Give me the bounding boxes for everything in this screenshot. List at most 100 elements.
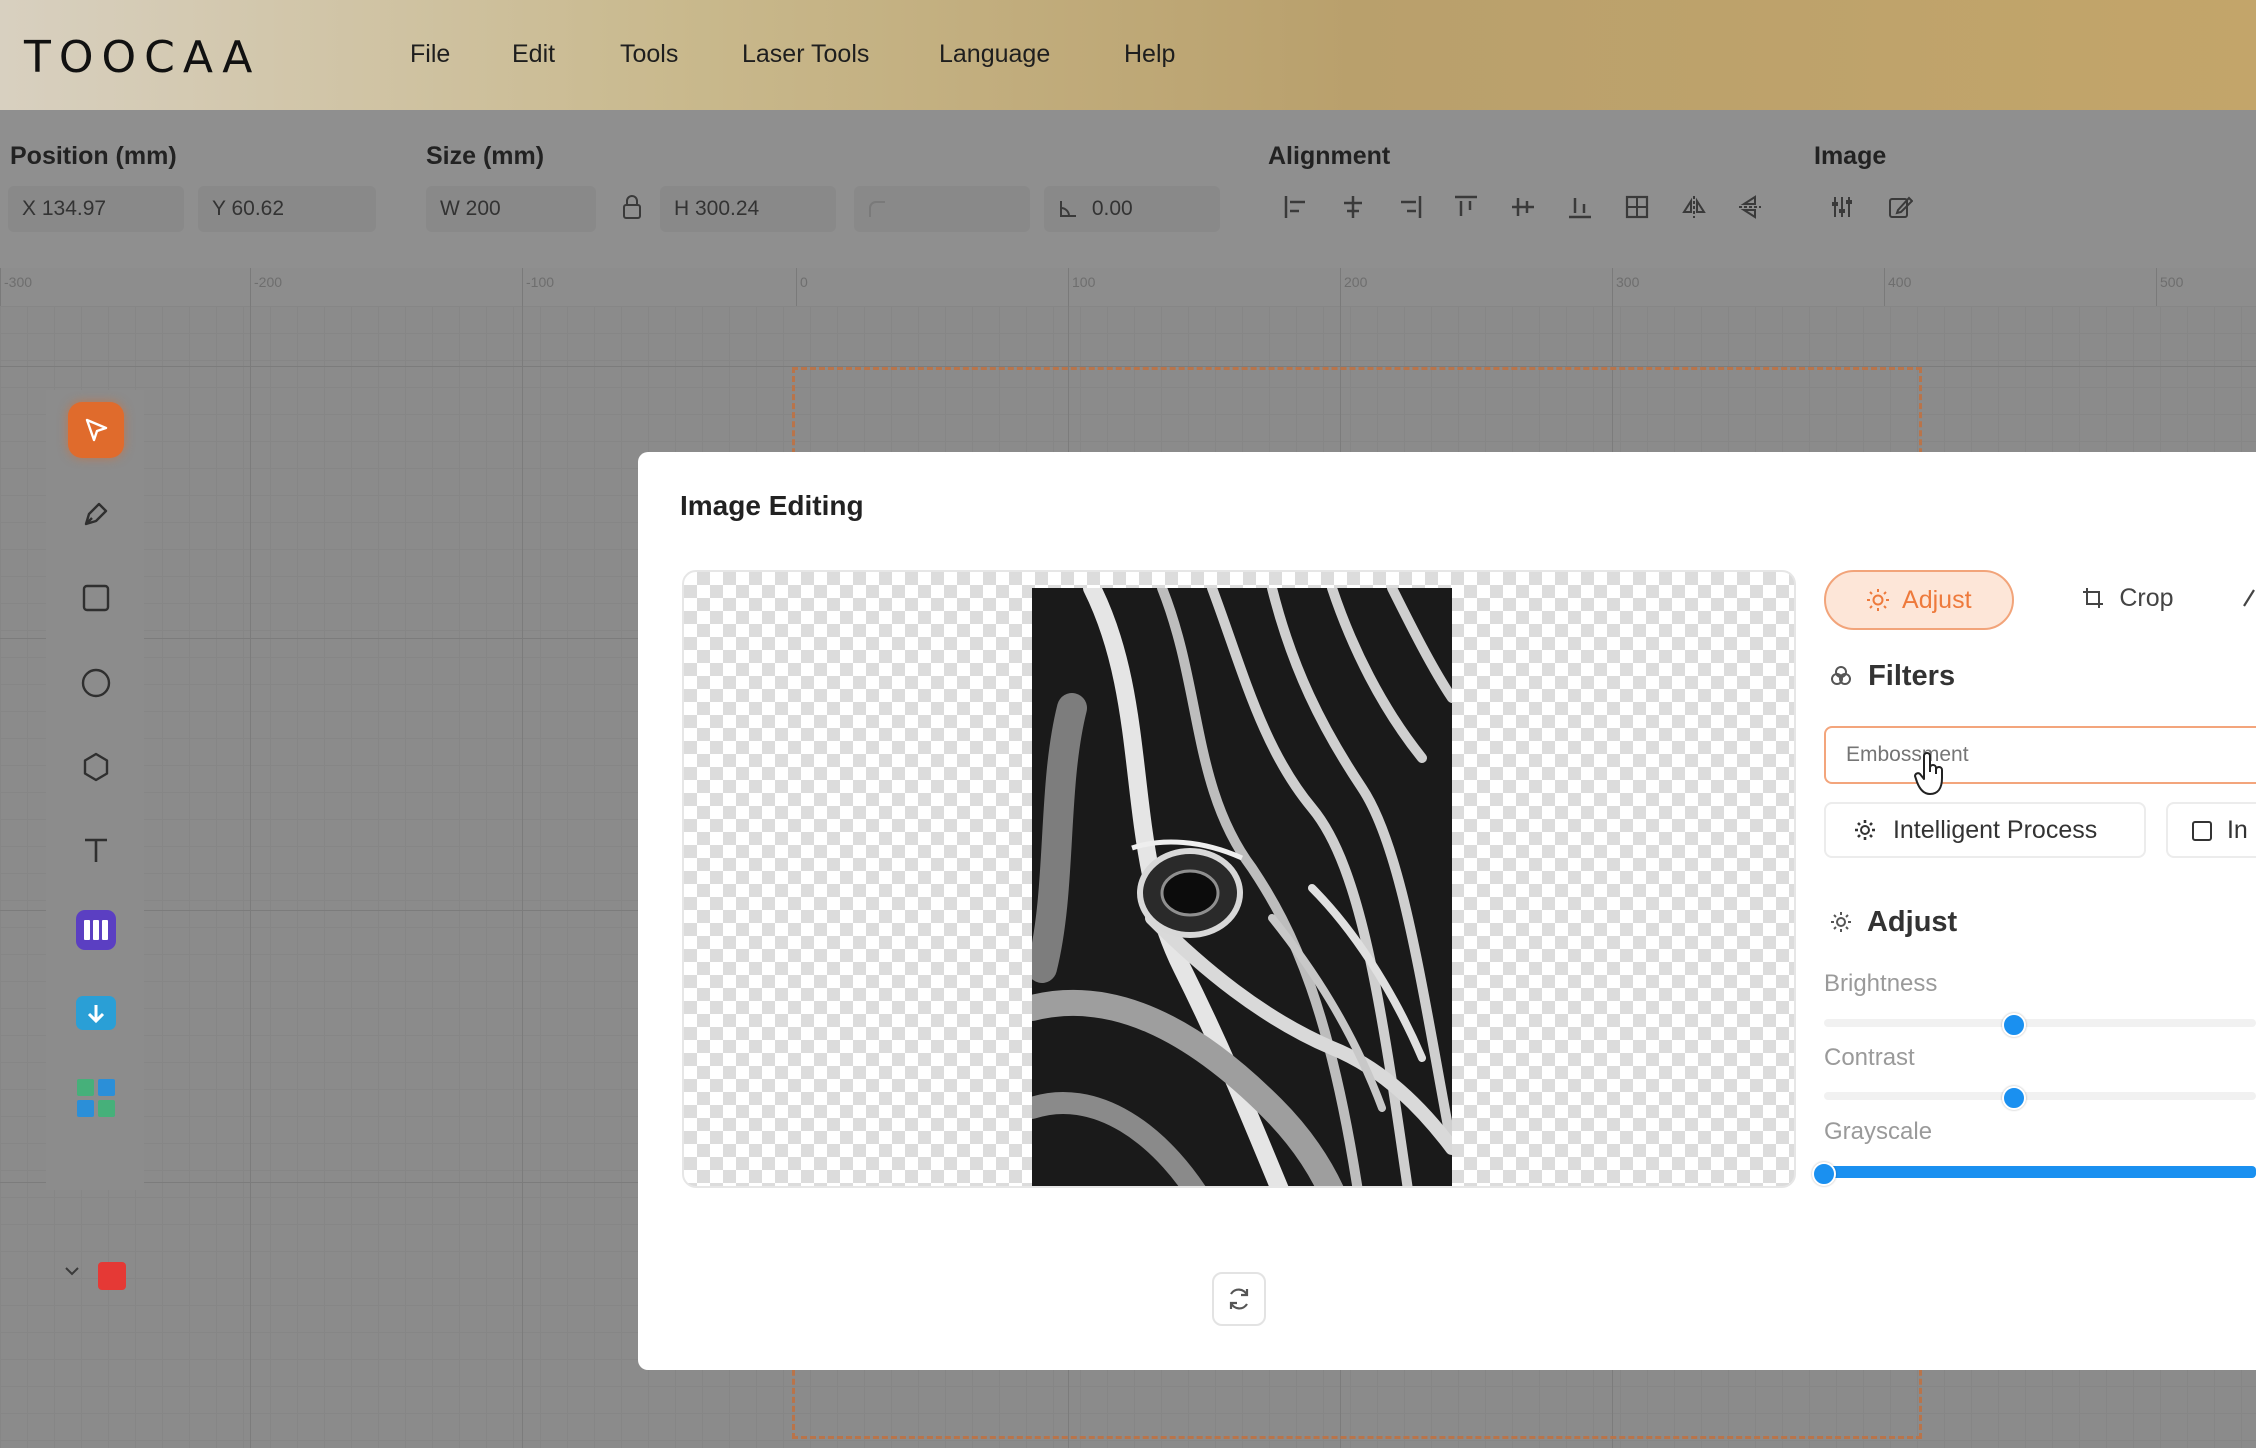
brightness-slider[interactable] bbox=[1824, 1013, 2256, 1037]
ruler-label: 400 bbox=[1888, 274, 1912, 290]
lock-ratio-icon[interactable] bbox=[616, 194, 648, 226]
ellipse-tool[interactable] bbox=[68, 655, 124, 711]
width-field[interactable]: W 200 bbox=[426, 186, 596, 232]
ruler-label: 500 bbox=[2160, 274, 2184, 290]
x-position-field[interactable]: X 134.97 bbox=[8, 186, 184, 232]
menu-bar: TOOCAA File Edit Tools Laser Tools Langu… bbox=[0, 0, 2256, 110]
image-preview bbox=[682, 570, 1796, 1188]
y-position-field[interactable]: Y 60.62 bbox=[198, 186, 376, 232]
ruler-label: 100 bbox=[1072, 274, 1096, 290]
folder-icon bbox=[76, 996, 116, 1030]
image-editing-dialog: Image Editing Adjust Crop Filters Emboss… bbox=[638, 452, 2256, 1370]
embossed-zebra-image bbox=[1032, 588, 1452, 1186]
tab-next-icon[interactable] bbox=[2242, 586, 2256, 615]
filters-title-text: Filters bbox=[1868, 660, 1956, 692]
rectangle-icon bbox=[82, 584, 110, 612]
menu-tools[interactable]: Tools bbox=[620, 40, 678, 69]
sun-icon bbox=[1867, 589, 1890, 611]
align-left-icon[interactable] bbox=[1280, 194, 1312, 226]
adjust-section-title: Adjust bbox=[1830, 906, 1957, 939]
align-middle-v-icon[interactable] bbox=[1507, 194, 1539, 226]
text-icon bbox=[85, 838, 107, 862]
contrast-slider[interactable] bbox=[1824, 1086, 2256, 1110]
adjust-title-text: Adjust bbox=[1866, 906, 1958, 938]
invert-checkbox[interactable]: In bbox=[2166, 802, 2256, 858]
size-label: Size (mm) bbox=[426, 142, 545, 170]
pen-icon bbox=[84, 502, 108, 526]
app-logo: TOOCAA bbox=[24, 32, 261, 83]
menu-laser-tools[interactable]: Laser Tools bbox=[742, 40, 869, 69]
filter-select-input[interactable] bbox=[1824, 726, 2256, 784]
rotation-value: 0.00 bbox=[1091, 197, 1133, 220]
menu-help[interactable]: Help bbox=[1124, 40, 1175, 69]
dialog-title: Image Editing bbox=[680, 490, 864, 521]
ruler-label: -100 bbox=[526, 274, 555, 290]
hand-cursor-icon bbox=[1914, 752, 1948, 801]
reset-image-button[interactable] bbox=[1212, 1272, 1266, 1326]
grayscale-label: Grayscale bbox=[1824, 1118, 1933, 1145]
tab-crop-label: Crop bbox=[2119, 584, 2174, 612]
image-edit-icon[interactable] bbox=[1884, 194, 1916, 226]
ruler-label: 200 bbox=[1344, 274, 1368, 290]
hexagon-icon bbox=[83, 752, 109, 782]
image-adjust-icon[interactable] bbox=[1826, 194, 1858, 226]
invert-label: In bbox=[2226, 816, 2248, 844]
filters-section-title: Filters bbox=[1830, 660, 1955, 693]
crop-icon bbox=[2083, 588, 2104, 608]
horizontal-ruler: -300 -200 -100 0 100 200 300 400 500 bbox=[0, 268, 2256, 307]
menu-language[interactable]: Language bbox=[939, 40, 1050, 69]
filters-icon bbox=[1831, 666, 1851, 685]
align-bottom-icon[interactable] bbox=[1564, 194, 1596, 226]
polygon-tool[interactable] bbox=[68, 739, 124, 795]
position-label: Position (mm) bbox=[10, 142, 177, 170]
menu-file[interactable]: File bbox=[410, 40, 450, 69]
align-right-icon[interactable] bbox=[1394, 194, 1426, 226]
grayscale-slider-thumb[interactable] bbox=[1812, 1162, 1836, 1186]
text-tool[interactable] bbox=[68, 822, 124, 878]
ruler-label: 300 bbox=[1616, 274, 1640, 290]
flip-vertical-icon[interactable] bbox=[1734, 194, 1766, 226]
apps-tool[interactable] bbox=[68, 1070, 124, 1126]
contrast-label: Contrast bbox=[1824, 1044, 1915, 1071]
apps-grid-icon bbox=[77, 1079, 115, 1117]
align-center-h-icon[interactable] bbox=[1337, 194, 1369, 226]
align-top-icon[interactable] bbox=[1450, 194, 1482, 226]
library-icon bbox=[76, 910, 116, 950]
circle-icon bbox=[81, 668, 111, 698]
brightness-label: Brightness bbox=[1824, 970, 1938, 997]
tab-adjust[interactable]: Adjust bbox=[1824, 570, 2014, 630]
select-tool[interactable] bbox=[68, 402, 124, 458]
height-field[interactable]: H 300.24 bbox=[660, 186, 836, 232]
rotation-field[interactable]: 0.00 bbox=[1044, 186, 1220, 232]
left-toolbar bbox=[46, 390, 144, 1190]
checkbox-icon bbox=[2192, 821, 2212, 841]
angle-icon bbox=[1060, 201, 1076, 218]
ruler-label: 0 bbox=[800, 274, 808, 290]
corner-radius-field[interactable] bbox=[854, 186, 1030, 232]
intelligent-process-button[interactable]: Intelligent Process bbox=[1824, 802, 2146, 858]
tab-crop[interactable]: Crop bbox=[2058, 570, 2198, 630]
gear-icon bbox=[1855, 820, 1875, 840]
align-center-both-icon[interactable] bbox=[1621, 194, 1653, 226]
ruler-label: -200 bbox=[254, 274, 283, 290]
tab-adjust-label: Adjust bbox=[1902, 586, 1972, 614]
import-tool[interactable] bbox=[68, 985, 124, 1041]
menu-edit[interactable]: Edit bbox=[512, 40, 555, 69]
refresh-icon bbox=[1229, 1288, 1249, 1310]
library-tool[interactable] bbox=[68, 902, 124, 958]
pen-tool[interactable] bbox=[68, 486, 124, 542]
sun-icon bbox=[1831, 912, 1851, 932]
layer-color-swatch[interactable] bbox=[98, 1262, 126, 1290]
intelligent-process-label: Intelligent Process bbox=[1892, 816, 2098, 844]
brightness-slider-thumb[interactable] bbox=[2002, 1013, 2027, 1037]
contrast-slider-thumb[interactable] bbox=[2002, 1086, 2027, 1110]
select-arrow-icon bbox=[85, 418, 108, 442]
alignment-label: Alignment bbox=[1268, 142, 1391, 170]
property-toolbar: Position (mm) X 134.97 Y 60.62 Size (mm)… bbox=[0, 110, 2256, 270]
layer-expand-chevron-icon[interactable] bbox=[64, 1264, 80, 1282]
image-label: Image bbox=[1814, 142, 1887, 170]
grayscale-slider[interactable] bbox=[1812, 1162, 2256, 1186]
flip-horizontal-icon[interactable] bbox=[1678, 194, 1710, 226]
ruler-label: -300 bbox=[4, 274, 33, 290]
rectangle-tool[interactable] bbox=[68, 570, 124, 626]
